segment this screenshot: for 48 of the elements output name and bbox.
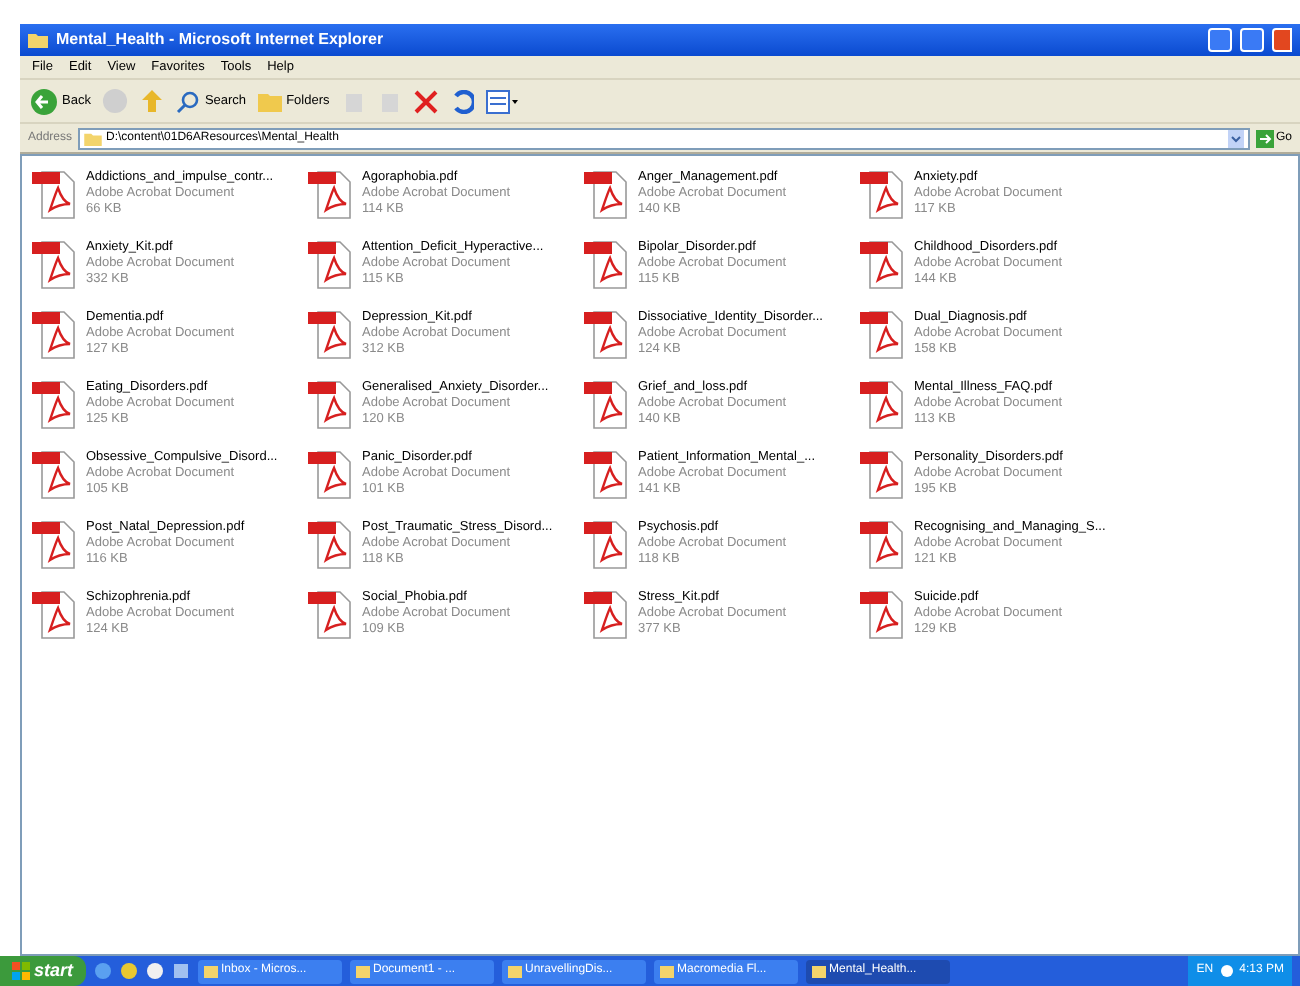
start-button[interactable]: start bbox=[0, 956, 86, 986]
pdf-file-icon bbox=[308, 308, 356, 360]
dropdown-arrow-icon[interactable] bbox=[1227, 129, 1244, 147]
folder-icon bbox=[84, 131, 103, 145]
pdf-file-icon bbox=[860, 238, 908, 290]
window-icon bbox=[507, 965, 522, 977]
pdf-file-icon bbox=[32, 588, 80, 640]
window-icon bbox=[355, 965, 370, 977]
pdf-file-icon bbox=[32, 168, 80, 220]
pdf-file-icon bbox=[860, 378, 908, 430]
pdf-file-icon bbox=[32, 238, 80, 290]
pdf-file-icon bbox=[584, 448, 632, 500]
pdf-file-icon bbox=[860, 448, 908, 500]
pdf-file-icon bbox=[32, 378, 80, 430]
pdf-file-icon bbox=[308, 378, 356, 430]
search-icon bbox=[176, 89, 201, 113]
window-icon bbox=[811, 965, 826, 977]
folder-icon bbox=[258, 91, 283, 111]
minimize-button[interactable] bbox=[1208, 28, 1232, 52]
pdf-file-icon bbox=[860, 308, 908, 360]
window-icon bbox=[203, 965, 218, 977]
pdf-file-icon bbox=[584, 168, 632, 220]
pdf-file-icon bbox=[308, 588, 356, 640]
pdf-file-icon bbox=[584, 588, 632, 640]
pdf-file-icon bbox=[860, 518, 908, 570]
pdf-file-icon bbox=[584, 378, 632, 430]
pdf-file-icon bbox=[32, 448, 80, 500]
pdf-file-icon bbox=[32, 308, 80, 360]
pdf-file-icon bbox=[860, 168, 908, 220]
undo-icon[interactable] bbox=[449, 89, 474, 113]
pdf-file-icon bbox=[308, 518, 356, 570]
pdf-file-icon bbox=[860, 588, 908, 640]
delete-icon[interactable] bbox=[413, 89, 438, 113]
pdf-file-icon bbox=[308, 448, 356, 500]
pdf-file-icon bbox=[308, 238, 356, 290]
pdf-file-icon bbox=[32, 518, 80, 570]
window-icon bbox=[659, 965, 674, 977]
close-button[interactable] bbox=[1272, 28, 1292, 52]
views-icon[interactable] bbox=[485, 89, 518, 113]
window-title: Mental_Health - Microsoft Internet Explorer bbox=[56, 28, 386, 52]
go-arrow-icon bbox=[1255, 129, 1274, 147]
pdf-file-icon bbox=[584, 238, 632, 290]
folder-icon bbox=[28, 32, 48, 48]
pdf-file-icon bbox=[308, 168, 356, 220]
pdf-file-icon bbox=[584, 308, 632, 360]
pdf-file-icon bbox=[584, 518, 632, 570]
windows-logo-icon bbox=[12, 962, 30, 980]
restore-button[interactable] bbox=[1240, 28, 1264, 52]
